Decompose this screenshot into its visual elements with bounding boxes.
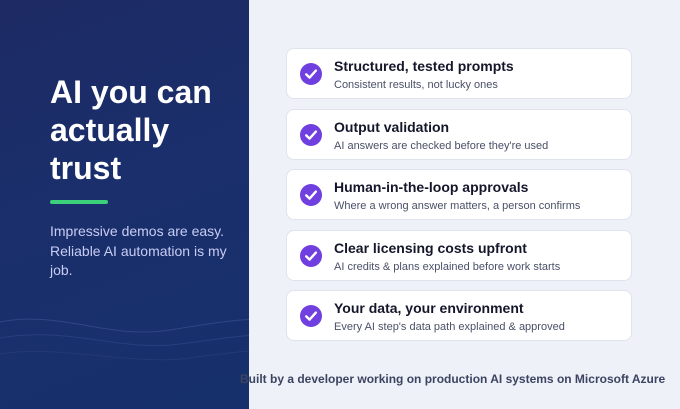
feature-description: AI answers are checked before they're us… bbox=[334, 140, 549, 152]
feature-title: Human-in-the-loop approvals bbox=[334, 179, 529, 195]
feature-title: Your data, your environment bbox=[334, 300, 524, 316]
feature-title: Clear licensing costs upfront bbox=[334, 240, 527, 256]
footer-tagline: Built by a developer working on producti… bbox=[240, 372, 666, 386]
feature-description: Where a wrong answer matters, a person c… bbox=[334, 200, 581, 212]
feature-panel: Structured, tested prompts Consistent re… bbox=[249, 0, 680, 409]
subtext: Impressive demos are easy. Reliable AI a… bbox=[50, 223, 227, 278]
check-circle-icon bbox=[300, 305, 322, 327]
feature-title: Output validation bbox=[334, 119, 450, 135]
hero-panel: AI you can actually trust Impressive dem… bbox=[0, 0, 249, 409]
feature-card: Structured, tested prompts Consistent re… bbox=[286, 48, 632, 99]
feature-card: Clear licensing costs upfront AI credits… bbox=[286, 230, 632, 281]
check-circle-icon bbox=[300, 245, 322, 267]
check-circle-icon bbox=[300, 184, 322, 206]
check-circle-icon bbox=[300, 124, 322, 146]
feature-card: Your data, your environment Every AI ste… bbox=[286, 290, 632, 341]
feature-title: Structured, tested prompts bbox=[334, 58, 514, 74]
check-circle-icon bbox=[300, 63, 322, 85]
accent-bar bbox=[50, 200, 108, 204]
feature-description: AI credits & plans explained before work… bbox=[334, 261, 561, 273]
decorative-waves bbox=[0, 318, 249, 361]
feature-card: Human-in-the-loop approvals Where a wron… bbox=[286, 169, 632, 220]
feature-description: Every AI step's data path explained & ap… bbox=[334, 321, 565, 333]
feature-card: Output validation AI answers are checked… bbox=[286, 109, 632, 160]
feature-description: Consistent results, not lucky ones bbox=[334, 79, 498, 91]
headline: AI you can actually trust bbox=[50, 74, 212, 186]
